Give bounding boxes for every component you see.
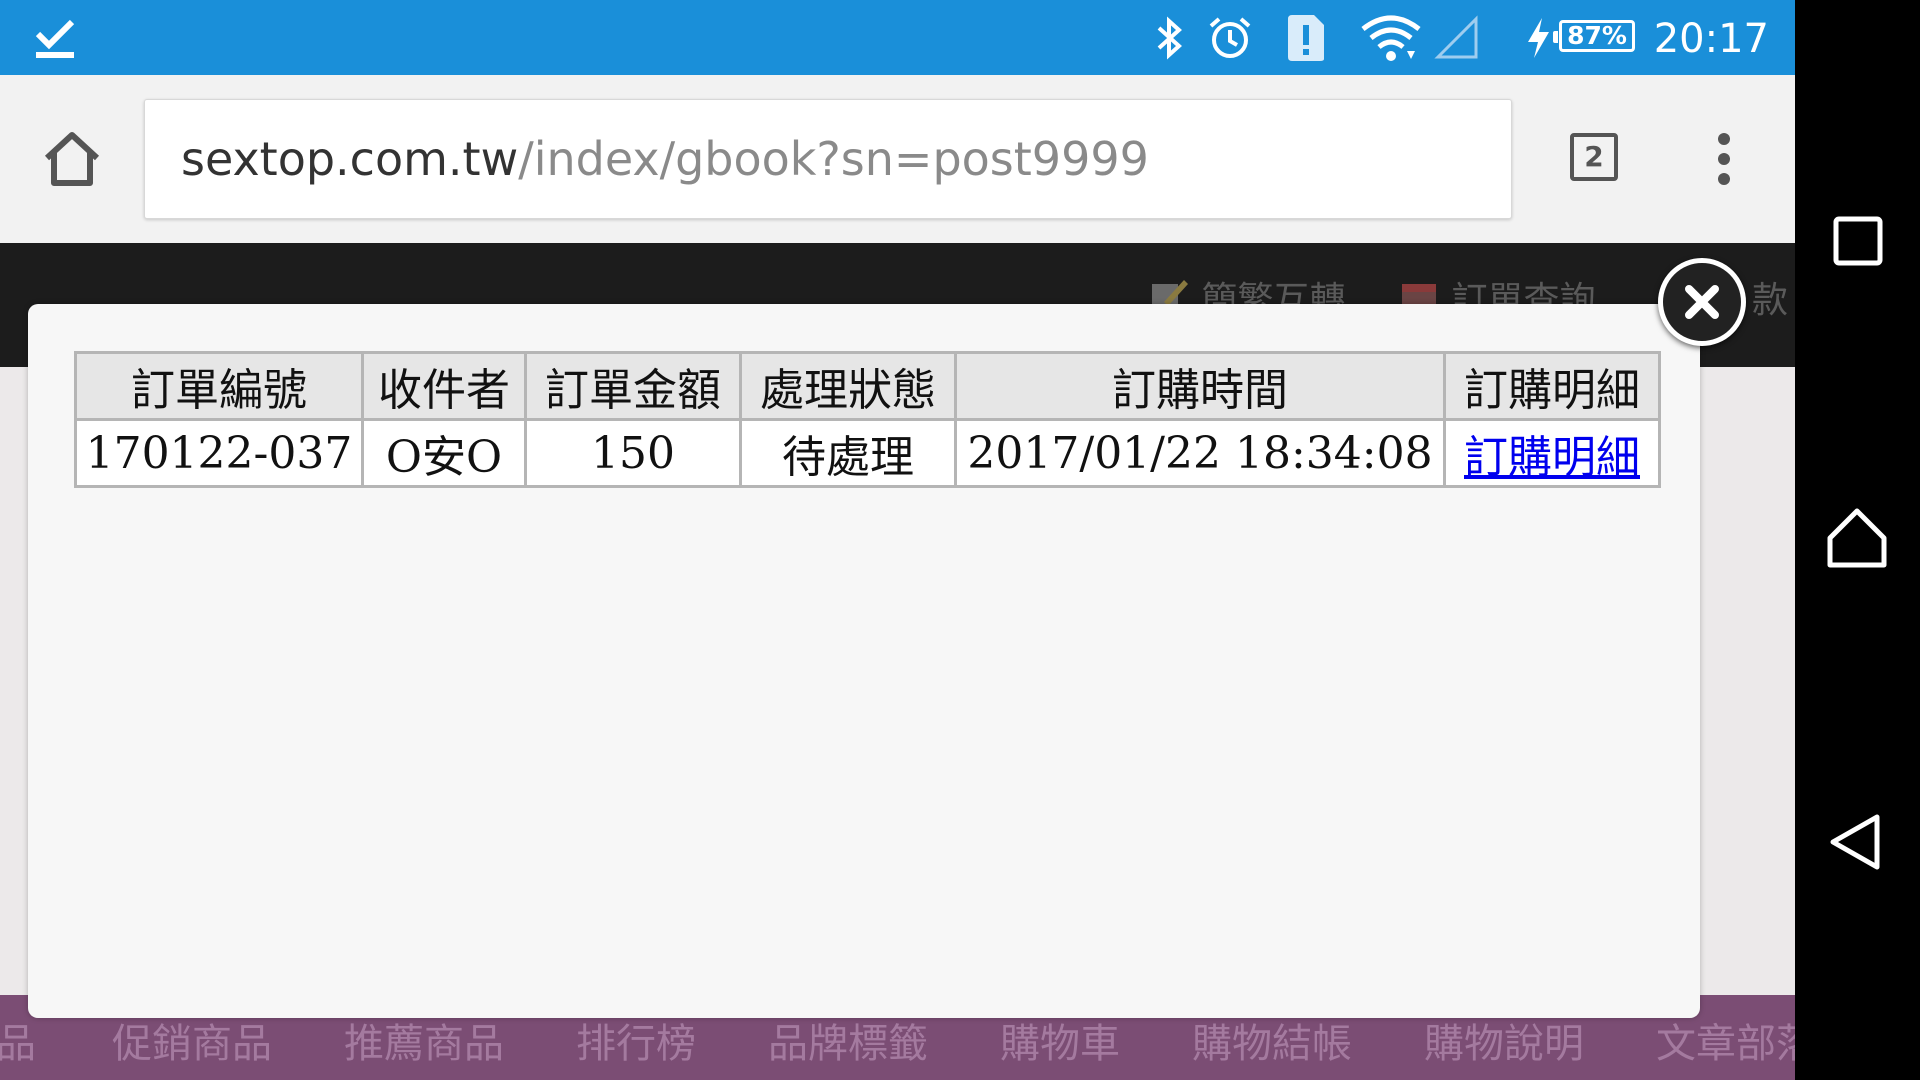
close-dialog-button[interactable] bbox=[1658, 258, 1746, 346]
nav-item-0[interactable]: 品 bbox=[0, 1011, 36, 1069]
nav-item-brands[interactable]: 品牌標籤 bbox=[768, 1011, 928, 1069]
cell-detail: 訂購明細 bbox=[1443, 418, 1661, 488]
url-domain: sextop.com.tw bbox=[181, 132, 519, 186]
overflow-menu-icon[interactable] bbox=[1716, 131, 1732, 191]
nav-item-checkout[interactable]: 購物結帳 bbox=[1192, 1011, 1352, 1069]
cell-order-no: 170122-037 bbox=[74, 418, 364, 488]
tab-switcher-button[interactable]: 2 bbox=[1570, 133, 1618, 181]
android-nav-bar bbox=[1795, 0, 1920, 1080]
nav-item-help[interactable]: 購物說明 bbox=[1424, 1011, 1584, 1069]
cell-recipient: O安O bbox=[361, 418, 527, 488]
order-detail-link[interactable]: 訂購明細 bbox=[1464, 432, 1640, 483]
battery-indicator: 87% bbox=[1553, 20, 1635, 52]
header-order-time: 訂購時間 bbox=[954, 351, 1446, 421]
nav-item-ranking[interactable]: 排行榜 bbox=[576, 1011, 696, 1069]
header-detail: 訂購明細 bbox=[1443, 351, 1661, 421]
cell-order-time: 2017/01/22 18:34:08 bbox=[954, 418, 1446, 488]
header-status: 處理狀態 bbox=[739, 351, 957, 421]
url-path: /index/gbook?sn=post9999 bbox=[518, 132, 1149, 186]
topbar-link-payment[interactable]: 款 bbox=[1752, 271, 1788, 323]
header-recipient: 收件者 bbox=[361, 351, 527, 421]
nav-item-articles[interactable]: 文章部落 bbox=[1656, 1011, 1795, 1069]
back-icon[interactable] bbox=[1827, 812, 1883, 876]
cell-amount: 150 bbox=[524, 418, 742, 488]
cell-status: 待處理 bbox=[739, 418, 957, 488]
header-order-no: 訂單編號 bbox=[74, 351, 364, 421]
phone-screen: 87% 20:17 sextop.com.tw/index/gbook?sn=p… bbox=[0, 0, 1795, 1080]
nav-item-cart[interactable]: 購物車 bbox=[1000, 1011, 1120, 1069]
wifi-icon bbox=[1360, 13, 1422, 63]
close-icon bbox=[1685, 285, 1719, 319]
table-row: 170122-037 O安O 150 待處理 2017/01/22 18:34:… bbox=[74, 418, 1661, 488]
signal-icon bbox=[1434, 13, 1480, 63]
status-bar: 87% 20:17 bbox=[0, 0, 1795, 75]
header-amount: 訂單金額 bbox=[524, 351, 742, 421]
bluetooth-icon bbox=[1152, 13, 1186, 63]
nav-item-promotions[interactable]: 促銷商品 bbox=[112, 1011, 272, 1069]
browser-toolbar: sextop.com.tw/index/gbook?sn=post9999 2 bbox=[0, 75, 1795, 243]
nav-item-recommended[interactable]: 推薦商品 bbox=[344, 1011, 504, 1069]
status-time: 20:17 bbox=[1653, 16, 1769, 62]
table-header-row: 訂單編號 收件者 訂單金額 處理狀態 訂購時間 訂購明細 bbox=[74, 351, 1661, 421]
charging-icon bbox=[1524, 13, 1552, 63]
download-done-icon bbox=[34, 13, 76, 63]
home-icon[interactable] bbox=[42, 130, 102, 192]
address-bar[interactable]: sextop.com.tw/index/gbook?sn=post9999 bbox=[144, 99, 1512, 219]
order-table: 訂單編號 收件者 訂單金額 處理狀態 訂購時間 訂購明細 170122-037 … bbox=[74, 351, 1661, 488]
android-home-icon[interactable] bbox=[1825, 506, 1889, 574]
alarm-icon bbox=[1206, 13, 1254, 63]
sim-alert-icon bbox=[1286, 13, 1326, 63]
recents-icon[interactable] bbox=[1833, 216, 1883, 270]
order-query-dialog: 訂單編號 收件者 訂單金額 處理狀態 訂購時間 訂購明細 170122-037 … bbox=[28, 304, 1700, 1018]
